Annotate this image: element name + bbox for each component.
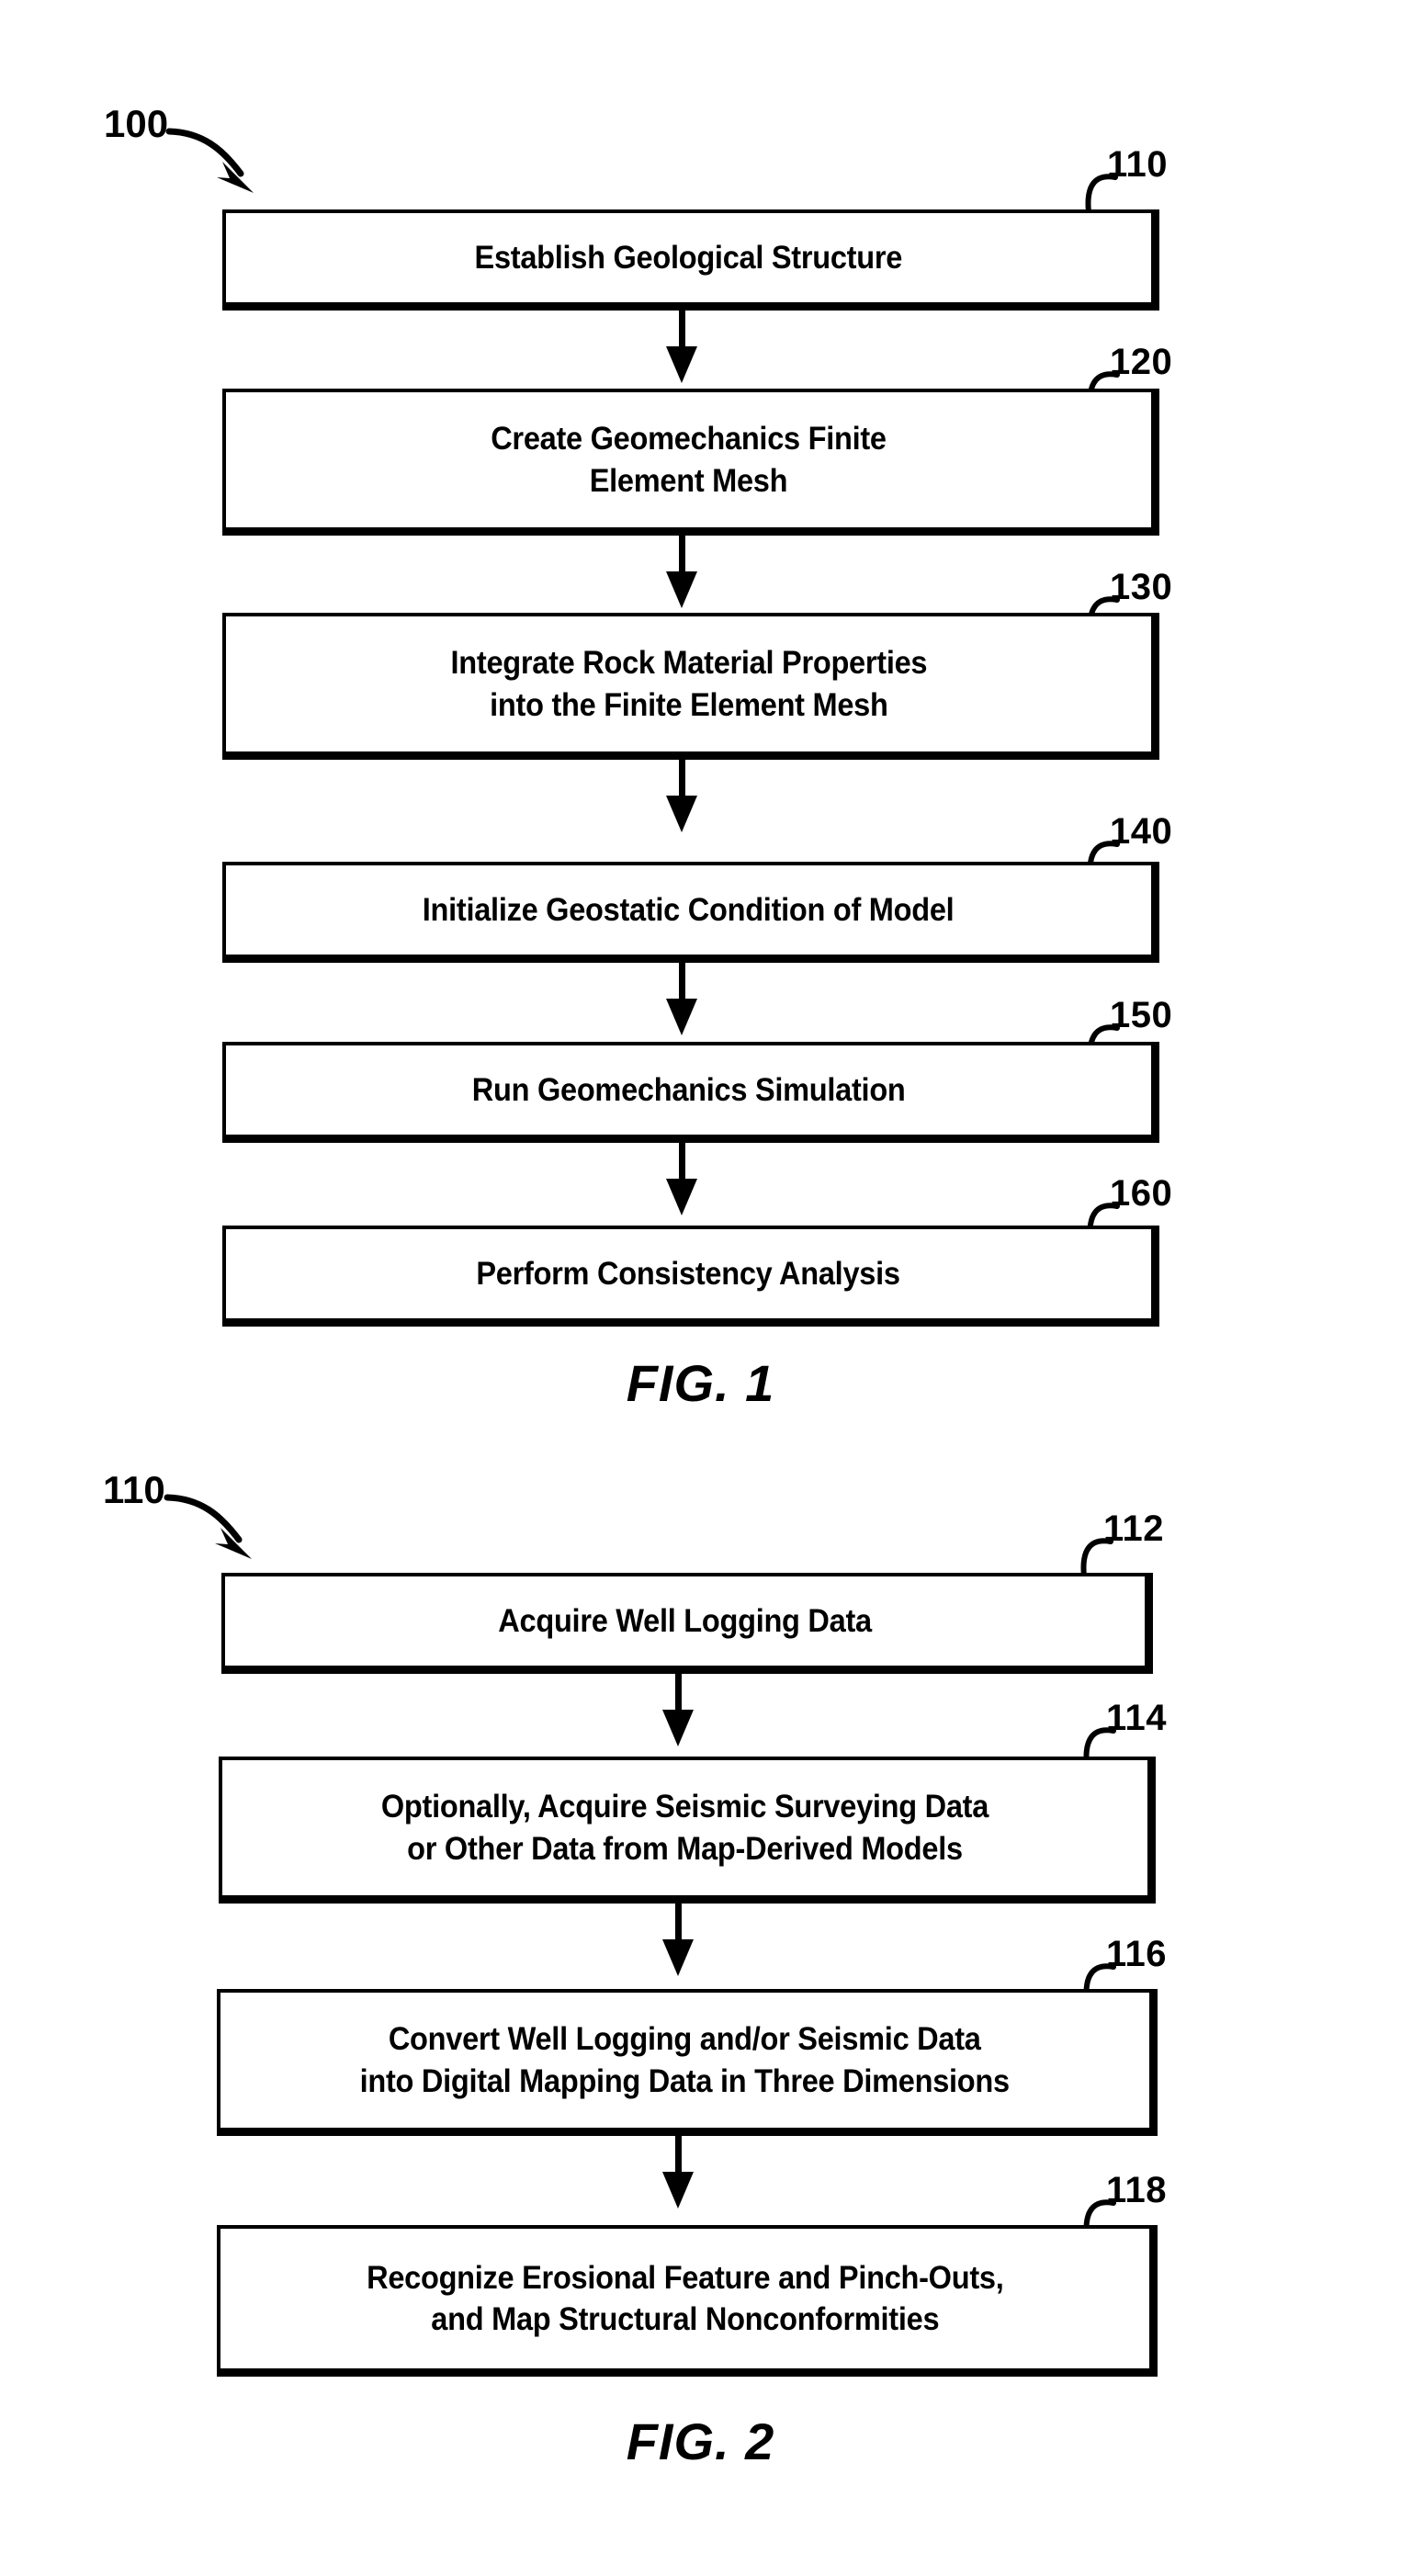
figure-2-caption: FIG. 2 <box>626 2412 775 2470</box>
flow-step-140: Initialize Geostatic Condition of Model <box>222 862 1159 963</box>
figure-2-label-arrow-icon <box>164 1494 252 1559</box>
flow-step-150-label: Run Geomechanics Simulation <box>471 1071 906 1108</box>
figure-1-label-arrow-icon <box>165 128 254 193</box>
flow-step-130: Integrate Rock Material Properties into … <box>222 613 1159 760</box>
flow-step-140-label: Initialize Geostatic Condition of Model <box>423 891 955 928</box>
flow-step-120-label: Create Geomechanics Finite Element Mesh <box>491 421 887 499</box>
flow-step-160-label: Perform Consistency Analysis <box>476 1255 901 1292</box>
flow-step-112-label: Acquire Well Logging Data <box>498 1602 872 1639</box>
flow-step-114: Optionally, Acquire Seismic Surveying Da… <box>219 1757 1156 1904</box>
flow-step-110-label: Establish Geological Structure <box>474 239 903 276</box>
flow-step-118: Recognize Erosional Feature and Pinch-Ou… <box>217 2225 1158 2377</box>
figure-1-caption: FIG. 1 <box>626 1354 775 1412</box>
flow-step-114-label: Optionally, Acquire Seismic Surveying Da… <box>380 1789 989 1867</box>
flow-step-116: Convert Well Logging and/or Seismic Data… <box>217 1989 1158 2136</box>
flow-step-150: Run Geomechanics Simulation <box>222 1042 1159 1143</box>
flow-step-130-label: Integrate Rock Material Properties into … <box>450 645 927 723</box>
flow-step-116-label: Convert Well Logging and/or Seismic Data… <box>359 2021 1011 2099</box>
flow-step-110: Establish Geological Structure <box>222 209 1159 311</box>
flow-step-112: Acquire Well Logging Data <box>221 1573 1153 1674</box>
flow-step-120: Create Geomechanics Finite Element Mesh <box>222 389 1159 536</box>
figure-1-diagram-label: 100 <box>104 102 169 145</box>
patent-drawing-sheet: 100 110 Establish Geological Structure 1… <box>0 0 1401 2576</box>
flow-step-160: Perform Consistency Analysis <box>222 1226 1159 1327</box>
flow-step-118-label: Recognize Erosional Feature and Pinch-Ou… <box>366 2259 1004 2338</box>
figure-2-diagram-label: 110 <box>103 1468 165 1511</box>
